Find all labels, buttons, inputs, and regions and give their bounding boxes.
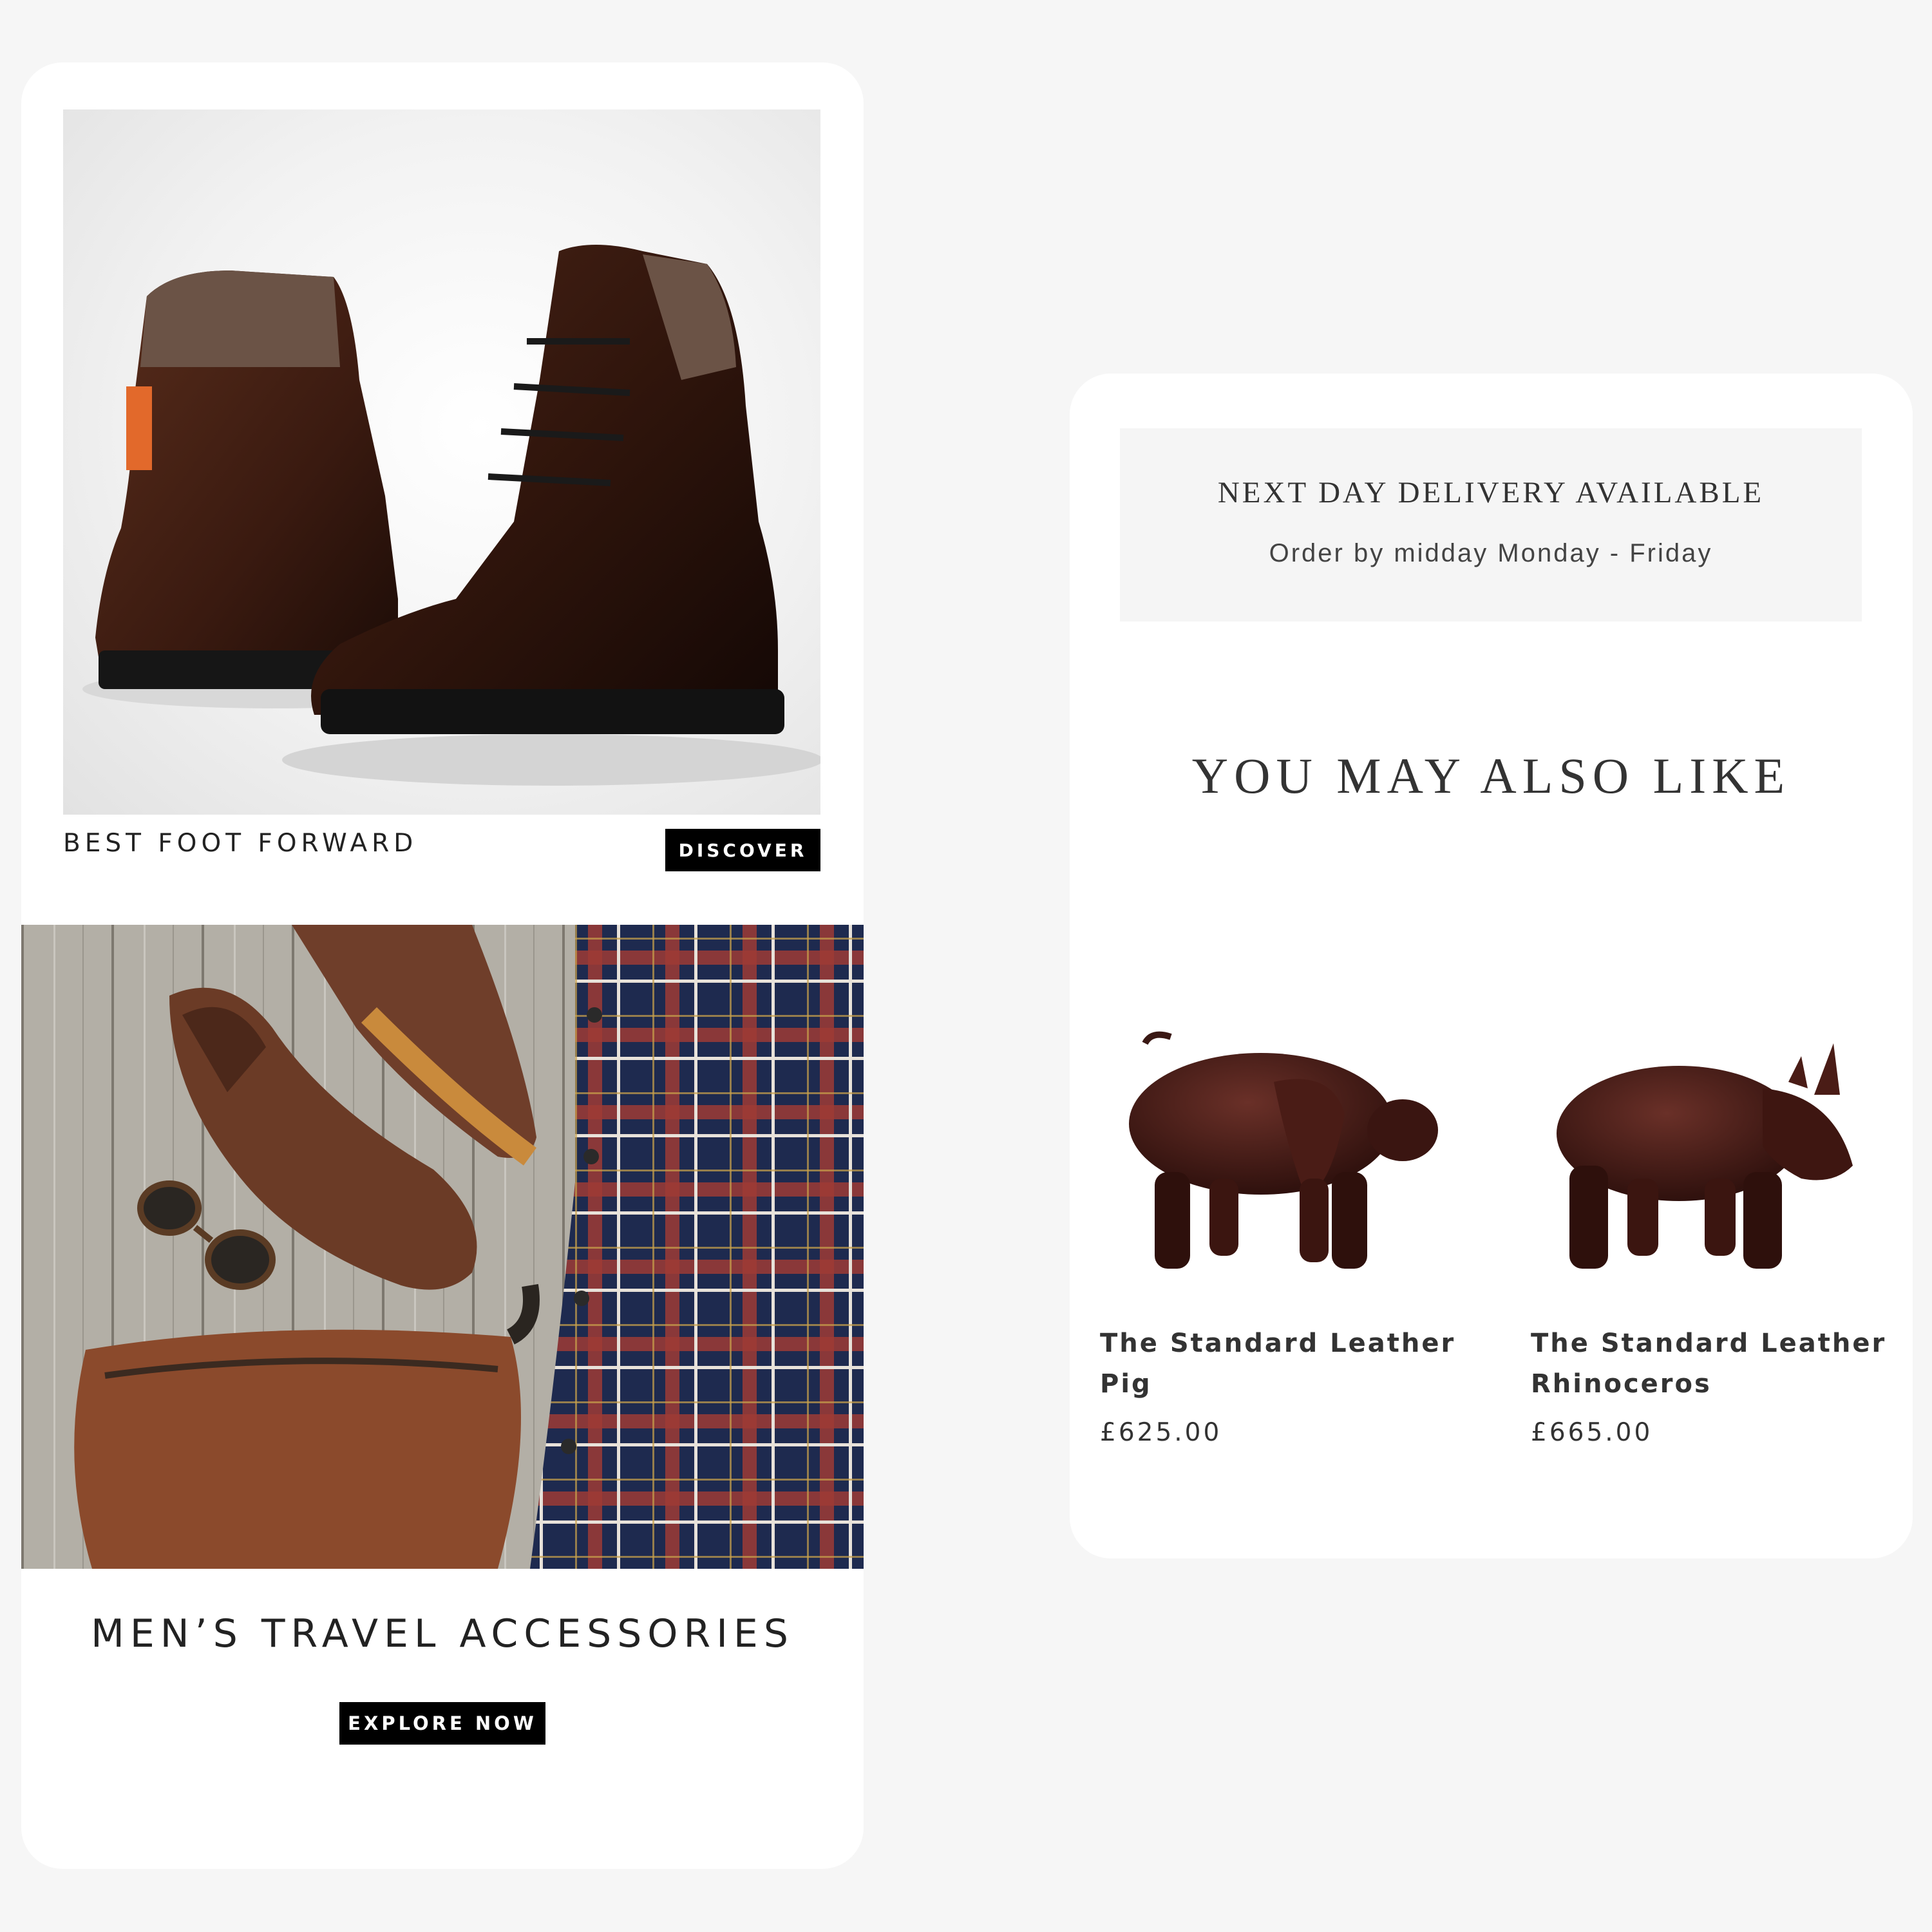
leather-rhinoceros-image[interactable] (1531, 1018, 1891, 1288)
delivery-subtitle: Order by midday Monday - Friday (1269, 539, 1713, 567)
product-card[interactable]: The Standard Leather Rhinoceros £665.00 (1531, 1018, 1891, 1447)
product-price: £625.00 (1100, 1418, 1222, 1447)
product-name[interactable]: The Standard Leather Pig (1100, 1323, 1461, 1405)
discover-button[interactable]: DISCOVER (665, 829, 820, 871)
hero-caption: BEST FOOT FORWARD (63, 829, 418, 858)
collection-title: MEN’S TRAVEL ACCESSORIES (91, 1611, 794, 1656)
explore-now-button[interactable]: EXPLORE NOW (339, 1702, 545, 1745)
delivery-title: NEXT DAY DELIVERY AVAILABLE (1217, 476, 1765, 509)
product-card[interactable]: The Standard Leather Pig £625.00 (1100, 1018, 1461, 1447)
product-name[interactable]: The Standard Leather Rhinoceros (1531, 1323, 1891, 1405)
recommendations-card: NEXT DAY DELIVERY AVAILABLE Order by mid… (1070, 374, 1913, 1558)
travel-accessories-image[interactable] (21, 925, 864, 1569)
product-price: £665.00 (1531, 1418, 1653, 1447)
delivery-banner: NEXT DAY DELIVERY AVAILABLE Order by mid… (1120, 428, 1862, 621)
boots-hero-image[interactable] (63, 109, 820, 815)
promo-card: BEST FOOT FORWARD DISCOVER MEN’S TRAVEL … (21, 62, 864, 1869)
recommendations-heading: YOU MAY ALSO LIKE (1191, 748, 1791, 804)
leather-pig-image[interactable] (1100, 1018, 1461, 1288)
